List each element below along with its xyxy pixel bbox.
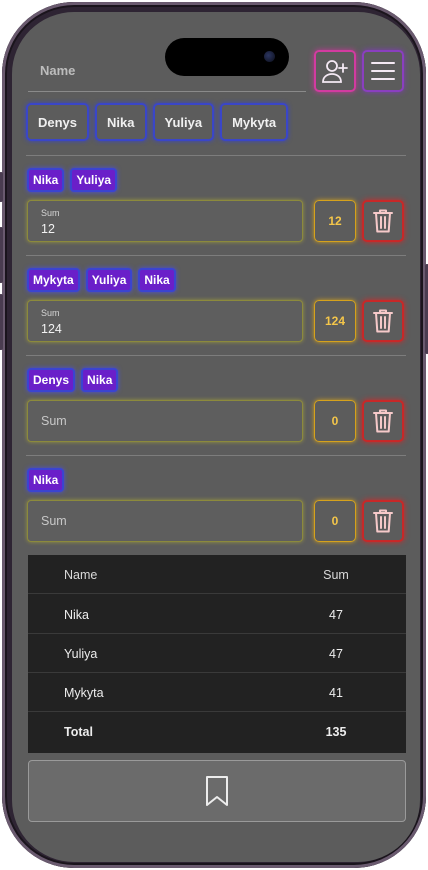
person-chip[interactable]: Denys <box>26 103 90 141</box>
summary-total-sum: 135 <box>325 725 347 739</box>
dynamic-island <box>165 38 289 76</box>
table-row: Yuliya 47 <box>28 634 406 673</box>
bookmark-icon <box>206 776 228 806</box>
participant-tag[interactable]: Nika <box>138 268 176 292</box>
participant-tag[interactable]: Nika <box>27 468 65 492</box>
summary-row-sum: 47 <box>329 647 343 661</box>
expense-participants: Nika <box>27 468 65 492</box>
add-person-icon <box>322 60 348 83</box>
sum-field-placeholder: Sum <box>41 514 67 528</box>
sum-field[interactable]: Sum <box>27 500 303 542</box>
sum-field-label: Sum <box>41 308 60 318</box>
sum-field[interactable]: Sum 12 <box>27 200 303 242</box>
sum-field-label: Sum <box>41 208 60 218</box>
expense-amount-badge: 124 <box>314 300 356 342</box>
sum-field-placeholder: Sum <box>41 414 67 428</box>
summary-total-label: Total <box>64 725 93 739</box>
hamburger-menu-icon <box>371 62 395 80</box>
expense-participants: Mykyta Yuliya Nika <box>27 268 176 292</box>
summary-row-name: Yuliya <box>64 647 98 661</box>
summary-row-sum: 41 <box>329 686 343 700</box>
divider <box>26 155 406 156</box>
summary-total-row: Total 135 <box>28 712 406 751</box>
sum-field[interactable]: Sum 124 <box>27 300 303 342</box>
expense-amount-badge: 0 <box>314 500 356 542</box>
delete-expense-button[interactable] <box>362 500 404 542</box>
table-row: Mykyta 41 <box>28 673 406 712</box>
divider <box>26 355 406 356</box>
participant-tag[interactable]: Nika <box>27 168 65 192</box>
sum-field[interactable]: Sum <box>27 400 303 442</box>
expense-participants: Denys Nika <box>27 368 119 392</box>
menu-button[interactable] <box>362 50 404 92</box>
participant-tag[interactable]: Nika <box>81 368 119 392</box>
summary-header-name: Name <box>64 568 98 582</box>
phone-frame: Denys Nika Yuliya Mykyta Nika Yuliya Sum… <box>0 2 428 868</box>
add-person-button[interactable] <box>314 50 356 92</box>
sum-field-value: 12 <box>41 222 55 236</box>
divider <box>26 255 406 256</box>
person-chip[interactable]: Yuliya <box>152 103 215 141</box>
trash-icon <box>373 509 393 533</box>
app-screen: Denys Nika Yuliya Mykyta Nika Yuliya Sum… <box>12 12 420 862</box>
delete-expense-button[interactable] <box>362 200 404 242</box>
participant-tag[interactable]: Denys <box>27 368 76 392</box>
divider <box>26 455 406 456</box>
trash-icon <box>373 309 393 333</box>
front-camera <box>264 51 275 62</box>
expense-participants: Nika Yuliya <box>27 168 118 192</box>
delete-expense-button[interactable] <box>362 400 404 442</box>
summary-table: Name Sum Nika 47 Yuliya 47 Mykyta 41 Tot… <box>28 555 406 753</box>
trash-icon <box>373 209 393 233</box>
participant-tag[interactable]: Mykyta <box>27 268 80 292</box>
summary-header-sum: Sum <box>323 568 349 582</box>
phone-volume-down <box>0 294 3 350</box>
summary-row-name: Nika <box>64 608 90 622</box>
trash-icon <box>373 409 393 433</box>
summary-row-sum: 47 <box>329 608 343 622</box>
phone-volume-up <box>0 227 3 283</box>
expense-amount-badge: 0 <box>314 400 356 442</box>
people-list: Denys Nika Yuliya Mykyta <box>26 103 289 141</box>
person-chip[interactable]: Mykyta <box>220 103 289 141</box>
expense-amount-badge: 12 <box>314 200 356 242</box>
phone-action-button <box>0 172 3 202</box>
participant-tag[interactable]: Yuliya <box>85 268 133 292</box>
save-button[interactable] <box>28 760 406 822</box>
delete-expense-button[interactable] <box>362 300 404 342</box>
table-row: Nika 47 <box>28 595 406 634</box>
sum-field-value: 124 <box>41 322 62 336</box>
summary-header-row: Name Sum <box>28 555 406 594</box>
summary-row-name: Mykyta <box>64 686 104 700</box>
person-chip[interactable]: Nika <box>95 103 147 141</box>
participant-tag[interactable]: Yuliya <box>70 168 118 192</box>
